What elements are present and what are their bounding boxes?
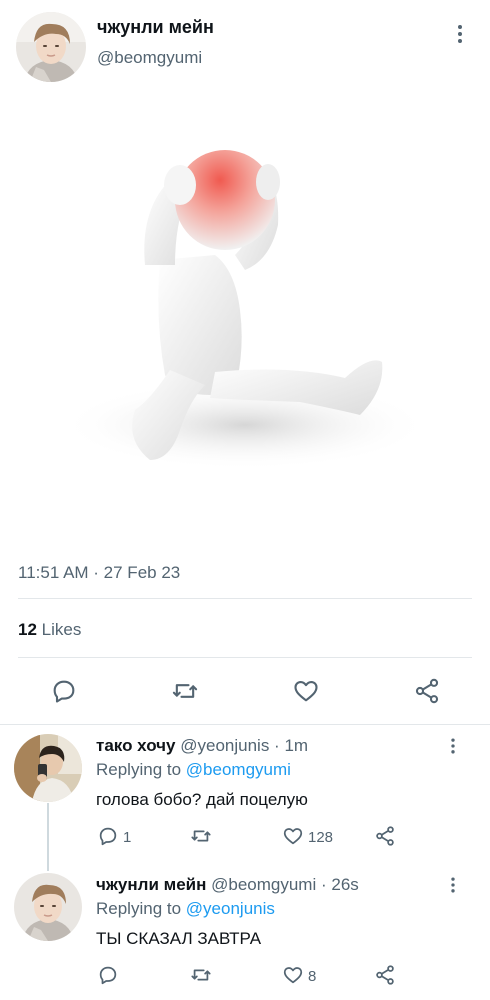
reply-time[interactable]: 1m [284,736,308,755]
meta-separator: · [316,875,332,894]
reply-author-handle[interactable]: @yeonjunis [180,736,269,755]
likes-label: Likes [41,620,82,639]
reply-author-name[interactable]: тако хочу [96,736,176,755]
reply-author-name[interactable]: чжунли мейн [96,875,206,894]
author-handle[interactable]: @beomgyumi [97,48,202,68]
more-vertical-icon[interactable] [443,875,463,895]
replying-label: Replying to [96,899,182,918]
like-count: 8 [308,968,317,985]
thread-line [47,803,49,871]
reply-icon[interactable] [50,677,78,705]
replying-label: Replying to [96,760,182,779]
divider [18,598,472,599]
replying-to: Replying to @beomgyumi [96,760,291,780]
likes-stat[interactable]: 12 Likes [18,620,81,640]
more-vertical-icon[interactable] [448,22,472,46]
meta-separator: · [269,736,285,755]
reply-avatar[interactable] [14,734,82,802]
replying-mention[interactable]: @beomgyumi [186,760,291,779]
like-icon[interactable] [282,964,304,986]
reply-count: 1 [123,829,132,846]
reply-avatar[interactable] [14,873,82,941]
reply-author-handle[interactable]: @beomgyumi [211,875,316,894]
like-icon[interactable] [292,677,320,705]
author-avatar[interactable] [16,12,86,82]
replying-to: Replying to @yeonjunis [96,899,275,919]
share-icon[interactable] [413,677,441,705]
section-separator [0,724,490,725]
reply-icon[interactable] [97,825,119,847]
like-icon[interactable] [282,825,304,847]
like-count: 128 [308,829,334,846]
likes-count: 12 [18,620,37,639]
reply-text: ТЫ СКАЗАЛ ЗАВТРА [96,929,262,948]
tweet-image[interactable] [40,110,450,510]
retweet-icon[interactable] [190,825,212,847]
divider [18,657,472,658]
reply-time[interactable]: 26s [331,875,358,894]
replying-mention[interactable]: @yeonjunis [186,899,275,918]
reply-header: тако хочу @yeonjunis · 1m [96,736,308,756]
more-vertical-icon[interactable] [443,736,463,756]
retweet-icon[interactable] [171,677,199,705]
retweet-icon[interactable] [190,964,212,986]
reply-text: голова бобо? дай поцелую [96,790,308,809]
share-icon[interactable] [374,964,396,986]
reply-icon[interactable] [97,964,119,986]
tweet-timestamp[interactable]: 11:51 AM · 27 Feb 23 [18,563,180,583]
author-name[interactable]: чжунли мейн [97,17,214,38]
share-icon[interactable] [374,825,396,847]
reply-header: чжунли мейн @beomgyumi · 26s [96,875,359,895]
